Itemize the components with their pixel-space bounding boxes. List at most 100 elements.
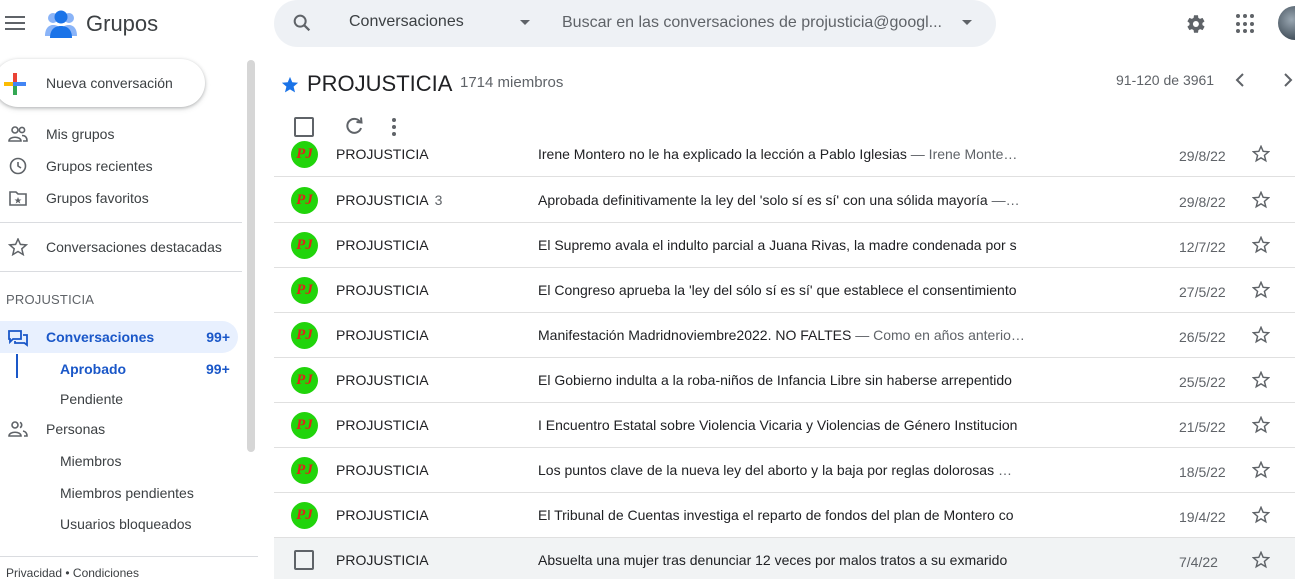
chevron-right-icon[interactable]: [1278, 70, 1295, 90]
main-menu-icon[interactable]: [4, 12, 26, 34]
conversation-row[interactable]: PJ PROJUSTICIA El Supremo avala el indul…: [274, 223, 1295, 268]
avatar-text: PJ: [296, 192, 313, 208]
conversation-date: 25/5/22: [1179, 374, 1226, 390]
avatar-text: PJ: [296, 282, 313, 298]
search-icon[interactable]: [291, 12, 313, 34]
clock-icon: [9, 157, 27, 175]
privacy-terms-link[interactable]: Privacidad • Condiciones: [6, 566, 139, 579]
row-checkbox[interactable]: [294, 550, 314, 570]
sidebar-item-label: Grupos recientes: [46, 158, 153, 174]
sidebar-scrollbar[interactable]: [247, 60, 255, 452]
star-outline-icon[interactable]: [1252, 506, 1270, 524]
sidebar-item-favorite-groups[interactable]: Grupos favoritos: [0, 183, 240, 213]
account-avatar[interactable]: [1278, 6, 1295, 40]
conversation-date: 18/5/22: [1179, 464, 1226, 480]
sidebar-item-label: Conversaciones destacadas: [46, 239, 222, 255]
group-title: PROJUSTICIA: [307, 71, 453, 96]
search-scope-select[interactable]: Conversaciones: [349, 13, 464, 31]
star-outline-icon[interactable]: [1252, 326, 1270, 344]
conversation-date: 19/4/22: [1179, 509, 1226, 525]
conversation-subject: I Encuentro Estatal sobre Violencia Vica…: [538, 417, 1018, 433]
sidebar-item-blocked-users[interactable]: Usuarios bloqueados: [60, 516, 192, 532]
sidebar-divider: [0, 271, 242, 272]
conversation-row[interactable]: PROJUSTICIA Absuelta una mujer tras denu…: [274, 538, 1295, 579]
conversation-date: 7/4/22: [1179, 554, 1218, 570]
groups-logo-icon: [45, 10, 77, 38]
conversation-row[interactable]: PJ PROJUSTICIA Los puntos clave de la nu…: [274, 448, 1295, 493]
sender-name: PROJUSTICIA: [336, 552, 429, 568]
conversation-subject: Absuelta una mujer tras denunciar 12 vec…: [538, 552, 1008, 568]
sidebar-divider: [0, 222, 242, 223]
star-outline-icon[interactable]: [1252, 416, 1270, 434]
conversation-row[interactable]: PJ PROJUSTICIA 3 Aprobada definitivamente…: [274, 178, 1295, 223]
pagination-range: 91-120 de 3961: [1116, 72, 1215, 88]
people-icon: [8, 421, 28, 437]
group-avatar: PJ: [291, 322, 318, 349]
folder-star-icon: [9, 191, 27, 206]
sidebar-divider: [0, 556, 258, 557]
avatar-text: PJ: [296, 327, 313, 343]
star-outline-icon[interactable]: [1252, 371, 1270, 389]
group-avatar: PJ: [291, 502, 318, 529]
group-avatar: PJ: [291, 141, 318, 168]
sidebar-item-approved[interactable]: Aprobado: [60, 361, 126, 377]
conversation-date: 21/5/22: [1179, 419, 1226, 435]
avatar-text: PJ: [296, 146, 313, 162]
group-avatar: PJ: [291, 412, 318, 439]
sidebar-item-pending-members[interactable]: Miembros pendientes: [60, 485, 194, 501]
top-bar: Grupos Conversaciones: [0, 0, 1295, 48]
conversation-subject: Irene Montero no le ha explicado la lecc…: [538, 146, 1018, 162]
conversation-subject: El Gobierno indulta a la roba-niños de I…: [538, 372, 1012, 388]
sidebar-item-people[interactable]: Personas: [0, 414, 240, 444]
message-count: 3: [434, 192, 443, 208]
avatar-text: PJ: [296, 417, 313, 433]
sidebar-item-members[interactable]: Miembros: [60, 453, 121, 469]
star-outline-icon[interactable]: [1252, 461, 1270, 479]
conversation-subject: Manifestación Madridnoviembre2022. NO FA…: [538, 327, 1025, 343]
sender-name: PROJUSTICIA: [336, 146, 429, 162]
sidebar-item-recent-groups[interactable]: Grupos recientes: [0, 151, 240, 181]
conversation-row[interactable]: PJ PROJUSTICIA Irene Montero no le ha ex…: [274, 132, 1295, 177]
sidebar-item-conversations[interactable]: Conversaciones 99+: [0, 321, 238, 353]
sender-name: PROJUSTICIA 3: [336, 192, 443, 208]
search-options-icon[interactable]: [962, 20, 972, 25]
star-outline-icon[interactable]: [1252, 145, 1270, 163]
avatar-text: PJ: [296, 237, 313, 253]
conversation-subject: Los puntos clave de la nueva ley del abo…: [538, 462, 1012, 478]
sidebar-item-pending[interactable]: Pendiente: [60, 391, 123, 407]
conversation-subject: El Tribunal de Cuentas investiga el repa…: [538, 507, 1014, 523]
sender-name: PROJUSTICIA: [336, 462, 429, 478]
star-outline-icon[interactable]: [1252, 551, 1270, 569]
conversations-count-badge: 99+: [206, 329, 230, 345]
gear-icon[interactable]: [1183, 12, 1207, 36]
approved-count-badge: 99+: [206, 361, 230, 377]
new-conversation-button[interactable]: Nueva conversación: [0, 59, 205, 107]
search-bar: Conversaciones: [274, 0, 996, 47]
conversation-date: 26/5/22: [1179, 329, 1226, 345]
member-count[interactable]: 1714 miembros: [460, 74, 563, 91]
group-avatar: PJ: [291, 232, 318, 259]
chevron-left-icon[interactable]: [1230, 70, 1250, 90]
conversation-row[interactable]: PJ PROJUSTICIA El Congreso aprueba la 'l…: [274, 268, 1295, 313]
scope-dropdown-icon[interactable]: [520, 20, 530, 25]
sender-name: PROJUSTICIA: [336, 282, 429, 298]
star-outline-icon[interactable]: [1252, 236, 1270, 254]
search-input[interactable]: [562, 9, 952, 37]
conversation-row[interactable]: PJ PROJUSTICIA El Gobierno indulta a la …: [274, 358, 1295, 403]
conversation-row[interactable]: PJ PROJUSTICIA I Encuentro Estatal sobre…: [274, 403, 1295, 448]
conversation-row[interactable]: PJ PROJUSTICIA El Tribunal de Cuentas in…: [274, 493, 1295, 538]
avatar-text: PJ: [296, 507, 313, 523]
apps-grid-icon[interactable]: [1236, 14, 1256, 34]
conversation-subject: El Supremo avala el indulto parcial a Ju…: [538, 237, 1017, 253]
sidebar-item-my-groups[interactable]: Mis grupos: [0, 119, 240, 149]
conversation-row[interactable]: PJ PROJUSTICIA Manifestación Madridnovie…: [274, 313, 1295, 358]
star-outline-icon[interactable]: [1252, 191, 1270, 209]
star-filled-icon[interactable]: [281, 76, 299, 94]
conversation-date: 29/8/22: [1179, 148, 1226, 164]
sidebar-item-starred-conversations[interactable]: Conversaciones destacadas: [0, 232, 240, 262]
conversation-subject: Aprobada definitivamente la ley del 'sol…: [538, 192, 1020, 208]
conversation-list: PJ PROJUSTICIA Irene Montero no le ha ex…: [274, 132, 1295, 579]
plus-icon: [4, 73, 26, 95]
group-avatar: PJ: [291, 457, 318, 484]
star-outline-icon[interactable]: [1252, 281, 1270, 299]
